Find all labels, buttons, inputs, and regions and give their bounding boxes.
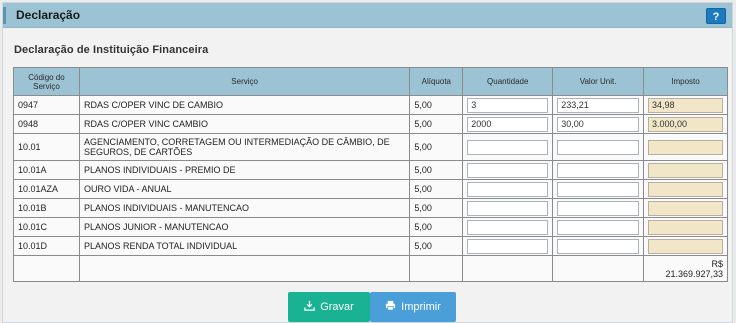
valor-unit-input[interactable] [557,162,640,178]
aliquota-cell: 5,00 [409,179,464,199]
aliquota-cell: 5,00 [409,236,464,256]
servico-cell: OURO VIDA - ANUAL [78,179,411,199]
codigo-cell: 10.01AZA [13,179,80,199]
aliquota-cell: 5,00 [409,217,464,237]
codigo-cell: 10.01C [13,217,80,237]
imposto-field [648,200,723,216]
imposto-field [648,219,723,235]
table-row: 10.01D PLANOS RENDA TOTAL INDIVIDUAL 5,0… [13,236,728,256]
gravar-button[interactable]: Gravar [288,292,370,322]
quantidade-input[interactable] [467,238,549,254]
imprimir-label: Imprimir [401,301,441,313]
table-row: 0948 RDAS C/OPER VINC CAMBIO 5,00 [13,114,728,134]
aliquota-cell: 5,00 [409,133,464,161]
valor-unit-input[interactable] [557,181,640,197]
aliquota-cell: 5,00 [409,198,464,218]
save-icon [304,300,315,314]
quantidade-input[interactable] [467,200,549,216]
codigo-cell: 10.01 [13,133,80,161]
valor-unit-input[interactable] [557,238,640,254]
table-row: 10.01A PLANOS INDIVIDUAIS - PREMIO DE 5,… [13,160,728,180]
imprimir-button[interactable]: Imprimir [370,292,456,322]
servico-cell: RDAS C/OPER VINC CAMBIO [78,114,411,134]
imposto-field [648,116,723,132]
table-row: 10.01AZA OURO VIDA - ANUAL 5,00 [13,179,728,199]
column-header-imposto: Imposto [643,67,728,96]
quantidade-input[interactable] [467,97,549,113]
quantidade-input[interactable] [467,116,549,132]
table-row: 10.01 AGENCIAMENTO, CORRETAGEM OU INTERM… [13,133,728,161]
panel-header: Declaração ? [3,3,732,28]
section-title: Declaração de Instituição Financeira [14,44,209,56]
column-header-aliquota: Alíquota [409,67,464,96]
print-icon [385,300,396,314]
valor-unit-input[interactable] [557,97,640,113]
help-button[interactable]: ? [706,8,726,24]
imposto-field [648,181,723,197]
quantidade-input[interactable] [467,181,549,197]
total-row: R$ 21.369.927,33 [13,255,728,282]
aliquota-cell: 5,00 [409,95,464,115]
gravar-label: Gravar [320,301,354,313]
aliquota-cell: 5,00 [409,114,464,134]
table-row: 10.01C PLANOS JUNIOR - MANUTENCAO 5,00 [13,217,728,237]
total-currency: R$ [711,258,723,269]
table-row: 0947 RDAS C/OPER VINC DE CAMBIO 5,00 [13,95,728,115]
column-header-valor-unit: Valor Unit. [552,67,645,96]
codigo-cell: 10.01D [13,236,80,256]
codigo-cell: 10.01A [13,160,80,180]
servico-cell: RDAS C/OPER VINC DE CAMBIO [78,95,411,115]
servico-cell: PLANOS JUNIOR - MANUTENCAO [78,217,411,237]
servico-cell: PLANOS INDIVIDUAIS - PREMIO DE [78,160,411,180]
column-header-quantidade: Quantidade [462,67,554,96]
total-value: R$ 21.369.927,33 [643,255,728,282]
table-header-row: Código do Serviço Serviço Alíquota Quant… [13,67,728,96]
valor-unit-input[interactable] [557,116,640,132]
table-row: 10.01B PLANOS INDIVIDUAIS - MANUTENCAO 5… [13,198,728,218]
imposto-field [648,162,723,178]
servico-cell: PLANOS INDIVIDUAIS - MANUTENCAO [78,198,411,218]
services-table: Código do Serviço Serviço Alíquota Quant… [13,67,728,282]
header-accent [3,7,6,24]
servico-cell: PLANOS RENDA TOTAL INDIVIDUAL [78,236,411,256]
column-header-codigo: Código do Serviço [13,67,80,96]
panel-title: Declaração [16,8,81,22]
servico-cell: AGENCIAMENTO, CORRETAGEM OU INTERMEDIAÇÃ… [78,133,411,161]
codigo-cell: 10.01B [13,198,80,218]
total-amount: 21.369.927,33 [665,268,723,279]
quantidade-input[interactable] [467,139,549,155]
aliquota-cell: 5,00 [409,160,464,180]
valor-unit-input[interactable] [557,200,640,216]
codigo-cell: 0947 [13,95,80,115]
imposto-field [648,97,723,113]
codigo-cell: 0948 [13,114,80,134]
quantidade-input[interactable] [467,162,549,178]
imposto-field [648,238,723,254]
quantidade-input[interactable] [467,219,549,235]
valor-unit-input[interactable] [557,219,640,235]
valor-unit-input[interactable] [557,139,640,155]
column-header-servico: Serviço [78,67,411,96]
declaracao-panel: Declaração ? Declaração de Instituição F… [2,2,733,323]
imposto-field [648,139,723,155]
